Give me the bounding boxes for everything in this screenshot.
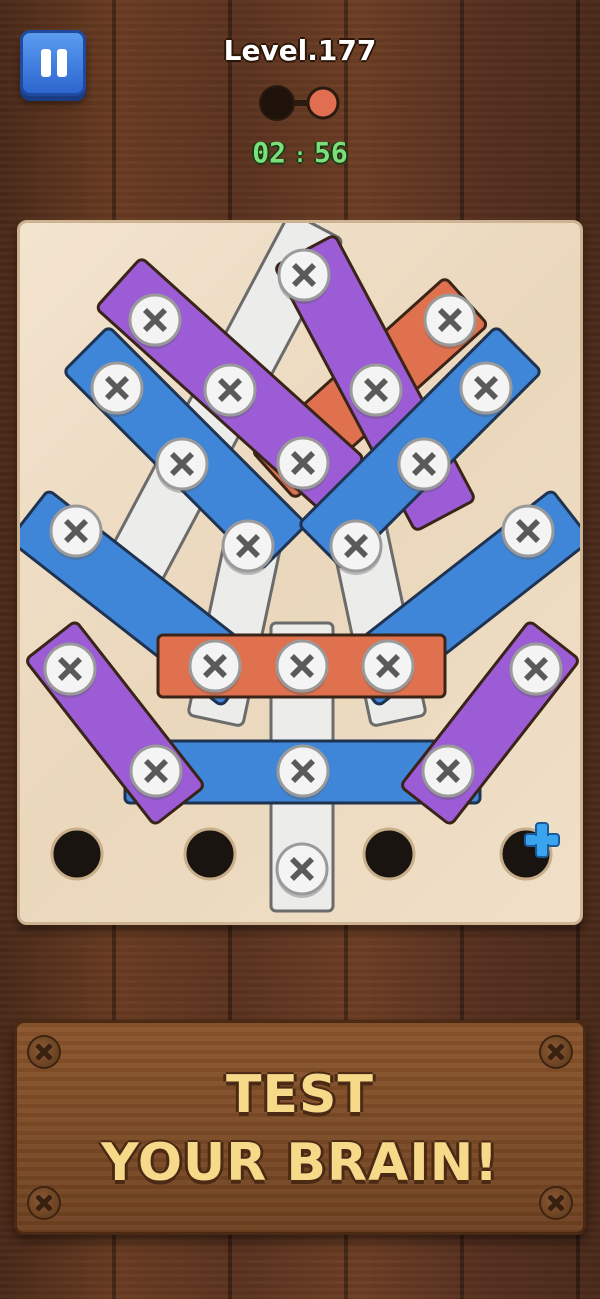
promo-banner: TEST YOUR BRAIN! bbox=[14, 1020, 586, 1235]
board-canvas[interactable] bbox=[20, 223, 580, 922]
level-label: Level.177 bbox=[223, 34, 377, 67]
level-progress bbox=[259, 85, 340, 121]
screw-icon bbox=[27, 1035, 61, 1069]
screw-icon bbox=[539, 1035, 573, 1069]
timer: 02:56 bbox=[0, 136, 600, 169]
game-board bbox=[17, 220, 583, 925]
timer-separator: : bbox=[293, 143, 307, 167]
banner-line-2: YOUR BRAIN! bbox=[101, 1133, 499, 1193]
timer-seconds: 56 bbox=[314, 136, 348, 169]
progress-dot-empty bbox=[259, 85, 295, 121]
timer-minutes: 02 bbox=[252, 136, 286, 169]
progress-dot-filled bbox=[306, 86, 340, 120]
banner-line-1: TEST bbox=[226, 1065, 374, 1125]
